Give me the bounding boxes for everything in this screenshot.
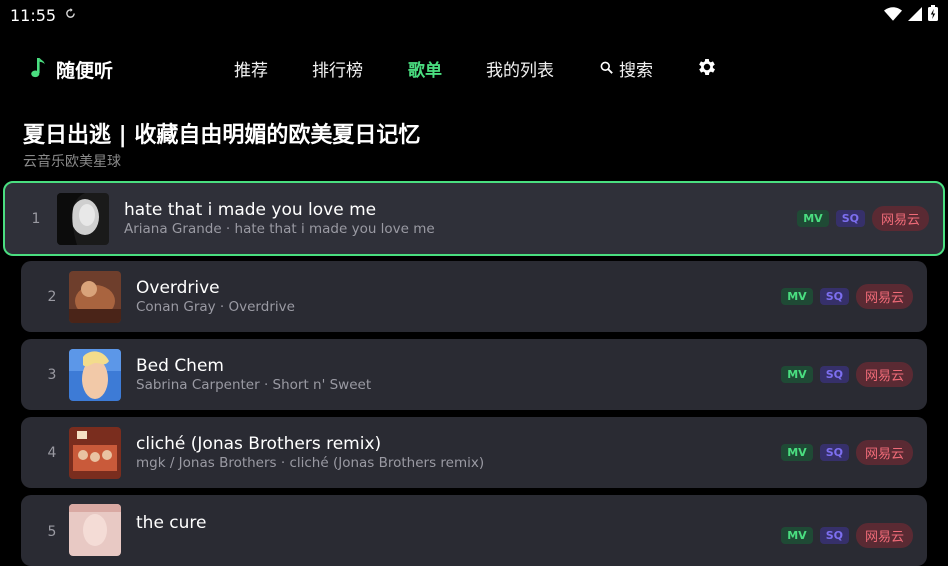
source-badge: 网易云 bbox=[855, 523, 913, 548]
mv-badge[interactable]: MV bbox=[797, 210, 829, 227]
song-number: 1 bbox=[31, 210, 41, 227]
tab-search[interactable]: 搜索 bbox=[600, 56, 653, 81]
mv-badge[interactable]: MV bbox=[781, 444, 813, 461]
battery-icon bbox=[928, 5, 938, 25]
source-badge: 网易云 bbox=[855, 440, 913, 465]
song-row[interactable]: 4 cliché (Jonas Brothers remix) mgk / Jo… bbox=[21, 417, 927, 488]
mv-badge[interactable]: MV bbox=[781, 366, 813, 383]
mv-badge[interactable]: MV bbox=[781, 288, 813, 305]
song-artist-album: Sabrina Carpenter · Short n' Sweet bbox=[136, 377, 372, 393]
song-title: Overdrive bbox=[136, 278, 220, 298]
status-bar: 11:55 bbox=[0, 0, 948, 30]
album-cover bbox=[69, 426, 121, 479]
sq-badge: SQ bbox=[835, 210, 865, 227]
sq-badge: SQ bbox=[819, 527, 849, 544]
top-nav: 随便听 推荐 排行榜 歌单 我的列表 搜索 bbox=[0, 46, 948, 88]
app-name: 随便听 bbox=[56, 60, 114, 82]
song-number: 5 bbox=[47, 524, 57, 540]
song-artist-album: mgk / Jonas Brothers · cliché (Jonas Bro… bbox=[136, 455, 485, 471]
page-title: 夏日出逃 | 收藏自由明媚的欧美夏日记忆 bbox=[23, 123, 421, 148]
source-badge: 网易云 bbox=[855, 362, 913, 387]
album-cover bbox=[57, 192, 109, 245]
song-artist-album: Conan Gray · Overdrive bbox=[136, 299, 295, 315]
tab-search-label: 搜索 bbox=[619, 61, 653, 81]
song-title: the cure bbox=[136, 513, 207, 533]
song-artist-album: Ariana Grande · hate that i made you lov… bbox=[124, 221, 435, 237]
album-cover bbox=[69, 348, 121, 401]
song-number: 4 bbox=[47, 444, 57, 461]
wifi-icon bbox=[884, 6, 902, 25]
song-title: hate that i made you love me bbox=[124, 200, 377, 220]
song-number: 3 bbox=[47, 366, 57, 383]
song-row[interactable]: 1 hate that i made you love me Ariana Gr… bbox=[3, 181, 945, 256]
playlist-header: 夏日出逃 | 收藏自由明媚的欧美夏日记忆 云音乐欧美星球 bbox=[23, 117, 420, 171]
song-number: 2 bbox=[47, 288, 57, 305]
source-badge: 网易云 bbox=[871, 206, 929, 231]
source-badge: 网易云 bbox=[855, 284, 913, 309]
tab-playlist[interactable]: 歌单 bbox=[408, 56, 442, 81]
song-title: Bed Chem bbox=[136, 356, 224, 376]
song-title: cliché (Jonas Brothers remix) bbox=[136, 434, 382, 454]
sq-badge: SQ bbox=[819, 366, 849, 383]
music-note-icon bbox=[30, 57, 46, 83]
song-row[interactable]: 3 Bed Chem Sabrina Carpenter · Short n' … bbox=[21, 339, 927, 410]
sq-badge: SQ bbox=[819, 444, 849, 461]
song-row[interactable]: 2 Overdrive Conan Gray · Overdrive MV SQ… bbox=[21, 261, 927, 332]
search-icon bbox=[600, 59, 613, 79]
song-row[interactable]: 5 the cure MV SQ 网易云 bbox=[21, 495, 927, 566]
tab-recommend[interactable]: 推荐 bbox=[234, 56, 268, 81]
album-cover bbox=[69, 270, 121, 323]
signal-icon bbox=[908, 6, 922, 25]
gear-icon[interactable] bbox=[696, 56, 718, 82]
tab-charts[interactable]: 排行榜 bbox=[312, 56, 363, 81]
brand[interactable]: 随便听 bbox=[30, 56, 113, 83]
album-cover bbox=[69, 504, 121, 556]
page-subtitle: 云音乐欧美星球 bbox=[23, 154, 121, 170]
tab-my-list[interactable]: 我的列表 bbox=[486, 56, 554, 81]
status-time: 11:55 bbox=[10, 5, 57, 25]
sq-badge: SQ bbox=[819, 288, 849, 305]
mv-badge[interactable]: MV bbox=[781, 527, 813, 544]
sync-icon bbox=[64, 7, 77, 24]
